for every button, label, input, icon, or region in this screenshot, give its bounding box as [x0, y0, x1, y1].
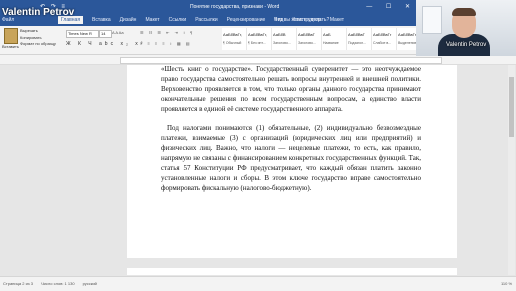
next-page [127, 268, 457, 275]
tab-insert[interactable]: Вставка [92, 17, 111, 24]
font-size-tools[interactable]: A A Aa [112, 30, 124, 35]
style-name: Подзагол... [348, 41, 367, 45]
participant-video: Valentin Petrov [416, 0, 516, 56]
style-name: ¶ Обычный [223, 41, 242, 45]
paste-button-label[interactable]: Вставить [2, 44, 19, 49]
format-painter-button[interactable]: Формат по образцу [20, 41, 56, 48]
style-name: ¶ Без инт... [248, 41, 266, 45]
paste-icon[interactable] [4, 28, 18, 44]
window-title: Понятие государства, признаки - Word [190, 4, 280, 10]
tab-references[interactable]: Ссылки [169, 17, 187, 24]
style-sample: АаБбВвГг [373, 32, 392, 37]
style-subtle-emphasis[interactable]: АаБбВвГг Слабое в... [372, 28, 397, 50]
font-name-select[interactable]: Times New R [66, 30, 99, 38]
tab-design[interactable]: Дизайн [120, 17, 137, 24]
style-name: Заголово... [273, 41, 291, 45]
style-sample: АаБбВвГг, [248, 32, 267, 37]
status-bar: Страница 2 из 3 Число слов: 1 130 русски… [0, 276, 516, 291]
style-sample: АаБбВвГг, [223, 32, 242, 37]
style-sample: АаБбВвГ [348, 32, 365, 37]
document-text[interactable]: «Шесть книг о государстве». Государствен… [161, 64, 421, 193]
font-format-buttons[interactable]: Ж К Ч abc x₂ x² [66, 41, 145, 47]
style-heading-1[interactable]: АаБбВ Заголово... [272, 28, 297, 50]
vertical-scrollbar[interactable] [508, 65, 515, 275]
video-window-frame [422, 6, 442, 34]
style-heading-2[interactable]: АаБбВвГ Заголово... [297, 28, 322, 50]
style-sample: АаБбВвГ [298, 32, 315, 37]
zoom-level[interactable]: 110 % [501, 281, 512, 286]
document-paragraph-2[interactable]: Под налогами понимаются (1) обязательные… [161, 123, 421, 193]
paragraph-list-buttons[interactable]: ☰ ☷ ☰ ⇤ ⇥ ↕ ¶ [140, 30, 194, 35]
document-page[interactable]: «Шесть книг о государстве». Государствен… [127, 65, 457, 258]
style-no-spacing[interactable]: АаБбВвГг, ¶ Без инт... [247, 28, 272, 50]
word-count[interactable]: Число слов: 1 130 [41, 281, 75, 286]
style-title[interactable]: АаБ Название [322, 28, 347, 50]
style-name: Выделение [398, 41, 417, 45]
style-name: Заголово... [298, 41, 316, 45]
document-paragraph-1[interactable]: «Шесть книг о государстве». Государствен… [161, 64, 421, 114]
tab-mailings[interactable]: Рассылки [195, 17, 217, 24]
clipboard-commands: Вырезать Копировать Формат по образцу [20, 28, 56, 48]
tab-review[interactable]: Рецензирование [227, 17, 266, 24]
page-counter[interactable]: Страница 2 из 3 [3, 281, 33, 286]
video-name-label: Valentin Petrov [446, 42, 487, 48]
person-hair [452, 8, 476, 16]
tab-table-layout[interactable]: Макет [330, 17, 344, 24]
style-sample: АаБбВ [273, 32, 286, 37]
style-name: Название [323, 41, 339, 45]
participant-name-label: Valentin Petrov [2, 7, 75, 18]
font-size-select[interactable]: 14 [99, 30, 112, 38]
style-subtitle[interactable]: АаБбВвГ Подзагол... [347, 28, 372, 50]
document-area: «Шесть книг о государстве». Государствен… [0, 65, 516, 275]
paragraph-align-buttons[interactable]: ≡ ≡ ≡ ≡ ↕ ▦ ▤ [140, 41, 192, 46]
ruler-bar[interactable] [120, 57, 442, 64]
window-controls[interactable]: — ☐ ✕ [366, 3, 416, 10]
style-sample: АаБбВвГг [398, 32, 417, 37]
style-sample: АаБ [323, 32, 331, 37]
scrollbar-thumb[interactable] [509, 77, 514, 137]
style-name: Слабое в... [373, 41, 392, 45]
language-indicator[interactable]: русский [83, 281, 97, 286]
tell-me-search[interactable]: Что вы хотите сделать? [274, 17, 329, 23]
style-normal[interactable]: АаБбВвГг, ¶ Обычный [222, 28, 247, 50]
tab-layout[interactable]: Макет [145, 17, 159, 24]
